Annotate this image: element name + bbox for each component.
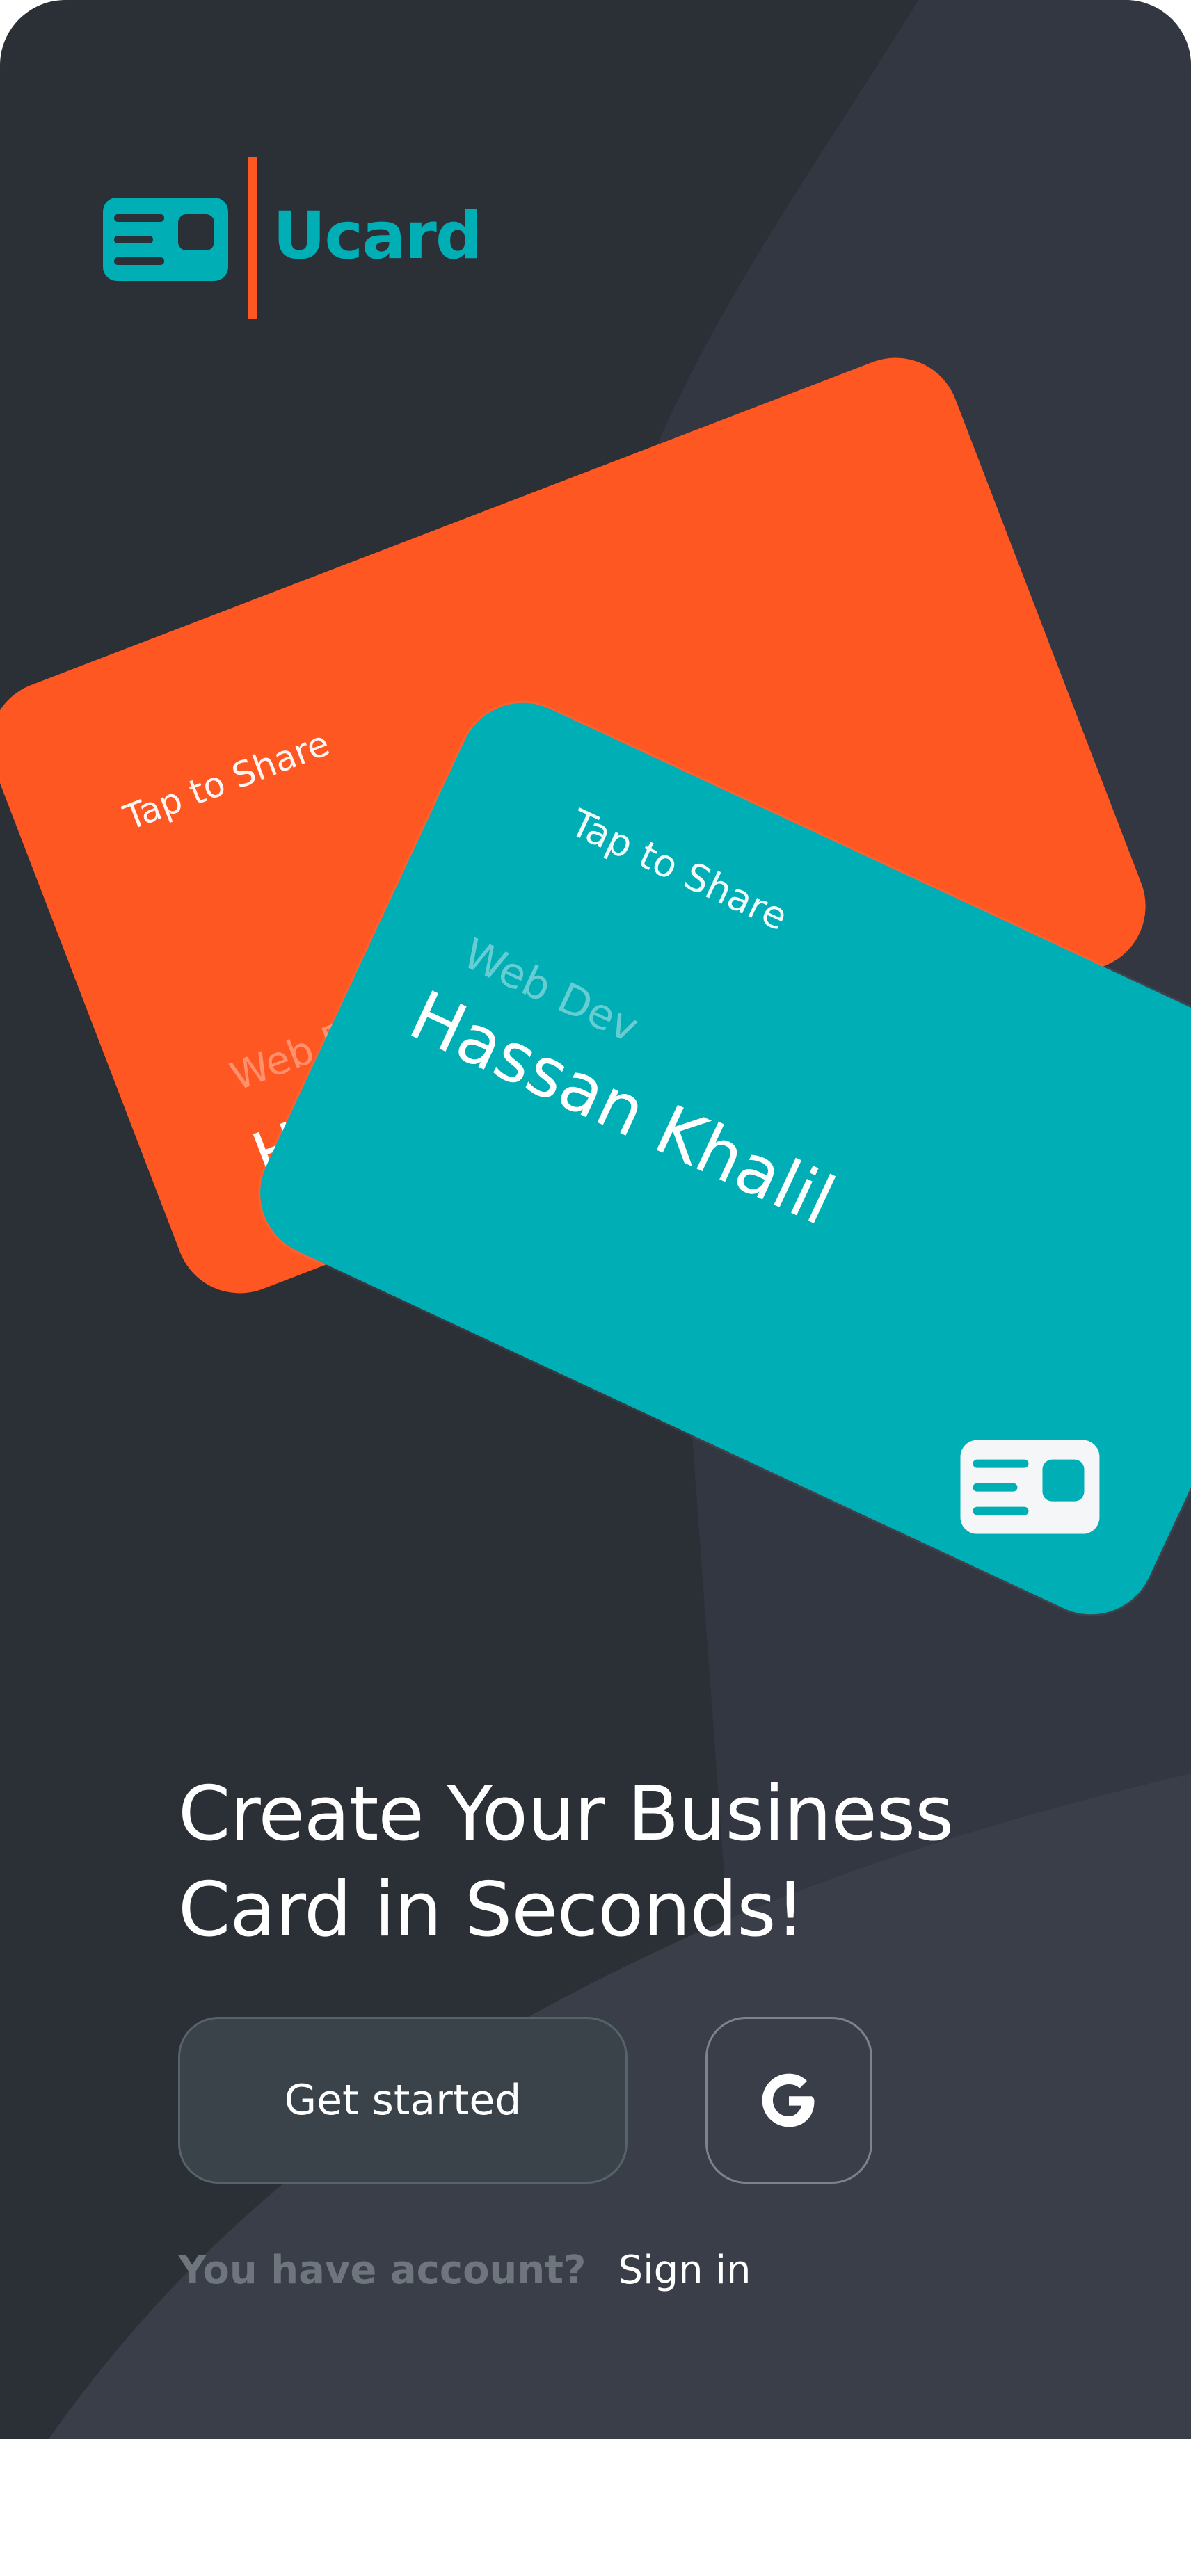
card-tap-to-share: Tap to Share [563,800,794,940]
logo-card-icon [103,198,228,281]
hero-line-2: Card in Seconds! [178,1867,806,1954]
account-question: You have account? [178,2247,586,2293]
id-card-icon [960,1440,1100,1534]
sign-in-row: You have account? Sign in [178,2242,751,2298]
hero-headline: Create Your Business Card in Seconds! [178,1766,1082,1958]
app-logo-text: Ucard [273,198,482,274]
onboarding-screen: Ucard Tap to Share Web Dev Hassan Khalil… [0,0,1191,2439]
hero-line-1: Create Your Business [178,1771,954,1858]
logo-divider [248,157,257,319]
sign-in-link[interactable]: Sign in [618,2248,751,2293]
google-sign-in-button[interactable] [705,2017,872,2184]
google-icon [762,2073,815,2127]
get-started-button[interactable]: Get started [178,2017,628,2184]
get-started-label: Get started [284,2076,522,2125]
card-tap-to-share: Tap to Share [118,723,335,839]
